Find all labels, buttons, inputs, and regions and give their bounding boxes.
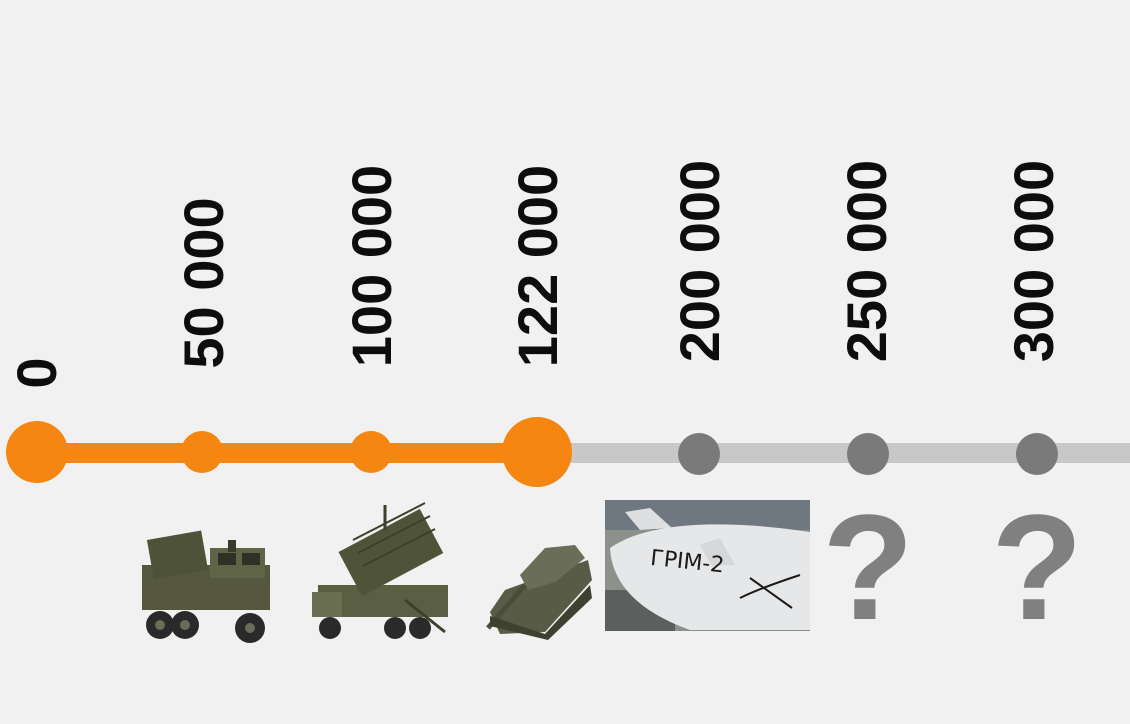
marker-200000 [678, 433, 720, 475]
tick-label-250000: 250 000 [835, 159, 898, 363]
marker-50000 [181, 431, 223, 473]
marker-100000 [350, 431, 392, 473]
tick-label-50000: 50 000 [172, 197, 235, 369]
missile-photo: ГРІМ-2 [605, 500, 810, 631]
tank-icon [486, 545, 592, 640]
tick-label-300000: 300 000 [1002, 159, 1065, 363]
tick-label-122000: 122 000 [506, 164, 569, 368]
question-mark-300000: ? [991, 483, 1083, 651]
marker-300000 [1016, 433, 1058, 475]
timeline-canvas: ГРІМ-2 0 50 000 100 000 122 000 200 000 … [0, 0, 1130, 724]
marker-0 [6, 421, 68, 483]
tick-label-100000: 100 000 [340, 164, 403, 368]
himars-launcher-icon [142, 530, 270, 643]
tick-label-200000: 200 000 [668, 159, 731, 363]
marker-122000 [502, 417, 572, 487]
patriot-system-icon [312, 502, 448, 639]
tick-label-0: 0 [5, 357, 68, 389]
question-mark-250000: ? [822, 483, 914, 651]
marker-250000 [847, 433, 889, 475]
